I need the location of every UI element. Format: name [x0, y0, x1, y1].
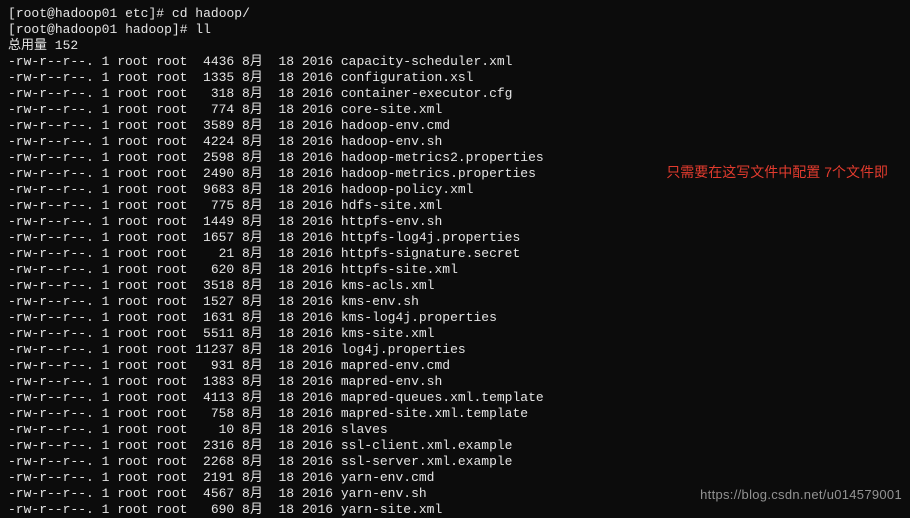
file-name: httpfs-env.sh — [341, 214, 442, 229]
file-row: -rw-r--r--. 1 root root 1527 8月 18 2016 … — [8, 294, 902, 310]
file-meta: -rw-r--r--. 1 root root 620 8月 18 2016 — [8, 262, 341, 277]
file-meta: -rw-r--r--. 1 root root 2268 8月 18 2016 — [8, 454, 341, 469]
file-name: kms-log4j.properties — [341, 310, 497, 325]
file-meta: -rw-r--r--. 1 root root 3589 8月 18 2016 — [8, 118, 341, 133]
file-meta: -rw-r--r--. 1 root root 1335 8月 18 2016 — [8, 70, 341, 85]
total-line: 总用量 152 — [8, 38, 902, 54]
file-row: -rw-r--r--. 1 root root 2191 8月 18 2016 … — [8, 470, 902, 486]
file-name: mapred-env.cmd — [341, 358, 450, 373]
file-meta: -rw-r--r--. 1 root root 2490 8月 18 2016 — [8, 166, 341, 181]
file-meta: -rw-r--r--. 1 root root 318 8月 18 2016 — [8, 86, 341, 101]
file-row: -rw-r--r--. 1 root root 774 8月 18 2016 c… — [8, 102, 902, 118]
file-name: configuration.xsl — [341, 70, 474, 85]
file-meta: -rw-r--r--. 1 root root 3518 8月 18 2016 — [8, 278, 341, 293]
file-meta: -rw-r--r--. 1 root root 1449 8月 18 2016 — [8, 214, 341, 229]
file-row: -rw-r--r--. 1 root root 1383 8月 18 2016 … — [8, 374, 902, 390]
file-meta: -rw-r--r--. 1 root root 21 8月 18 2016 — [8, 246, 341, 261]
prompt-user: root — [16, 6, 47, 21]
file-row: -rw-r--r--. 1 root root 4436 8月 18 2016 … — [8, 54, 902, 70]
file-listing: -rw-r--r--. 1 root root 4436 8月 18 2016 … — [8, 54, 902, 518]
file-name: kms-env.sh — [341, 294, 419, 309]
file-meta: -rw-r--r--. 1 root root 2598 8月 18 2016 — [8, 150, 341, 165]
file-meta: -rw-r--r--. 1 root root 931 8月 18 2016 — [8, 358, 341, 373]
file-meta: -rw-r--r--. 1 root root 690 8月 18 2016 — [8, 502, 341, 517]
file-row: -rw-r--r--. 1 root root 318 8月 18 2016 c… — [8, 86, 902, 102]
file-row: -rw-r--r--. 1 root root 931 8月 18 2016 m… — [8, 358, 902, 374]
file-name: hadoop-env.cmd — [341, 118, 450, 133]
file-name: slaves — [341, 422, 388, 437]
file-name: httpfs-log4j.properties — [341, 230, 520, 245]
file-name: hadoop-metrics.properties — [341, 166, 536, 181]
file-name: log4j.properties — [341, 342, 466, 357]
file-row: -rw-r--r--. 1 root root 21 8月 18 2016 ht… — [8, 246, 902, 262]
file-row: -rw-r--r--. 1 root root 11237 8月 18 2016… — [8, 342, 902, 358]
file-meta: -rw-r--r--. 1 root root 775 8月 18 2016 — [8, 198, 341, 213]
file-row: -rw-r--r--. 1 root root 2268 8月 18 2016 … — [8, 454, 902, 470]
file-row: -rw-r--r--. 1 root root 620 8月 18 2016 h… — [8, 262, 902, 278]
file-name: hadoop-env.sh — [341, 134, 442, 149]
file-row: -rw-r--r--. 1 root root 9683 8月 18 2016 … — [8, 182, 902, 198]
file-meta: -rw-r--r--. 1 root root 1657 8月 18 2016 — [8, 230, 341, 245]
prompt-line-1: [root@hadoop01 etc]# cd hadoop/ — [8, 6, 902, 22]
file-row: -rw-r--r--. 1 root root 3518 8月 18 2016 … — [8, 278, 902, 294]
watermark-text: https://blog.csdn.net/u014579001 — [700, 487, 902, 503]
file-row: -rw-r--r--. 1 root root 758 8月 18 2016 m… — [8, 406, 902, 422]
file-name: capacity-scheduler.xml — [341, 54, 513, 69]
file-row: -rw-r--r--. 1 root root 1449 8月 18 2016 … — [8, 214, 902, 230]
file-name: kms-acls.xml — [341, 278, 435, 293]
file-name: hadoop-metrics2.properties — [341, 150, 544, 165]
file-meta: -rw-r--r--. 1 root root 10 8月 18 2016 — [8, 422, 341, 437]
annotation-text: 只需要在这写文件中配置 7个文件即 — [666, 164, 888, 180]
file-meta: -rw-r--r--. 1 root root 4567 8月 18 2016 — [8, 486, 341, 501]
file-row: -rw-r--r--. 1 root root 4113 8月 18 2016 … — [8, 390, 902, 406]
file-name: yarn-env.sh — [341, 486, 427, 501]
prompt-path: hadoop — [125, 22, 172, 37]
file-meta: -rw-r--r--. 1 root root 758 8月 18 2016 — [8, 406, 341, 421]
file-meta: -rw-r--r--. 1 root root 5511 8月 18 2016 — [8, 326, 341, 341]
file-row: -rw-r--r--. 1 root root 3589 8月 18 2016 … — [8, 118, 902, 134]
command-text: ll — [195, 22, 211, 37]
file-name: httpfs-site.xml — [341, 262, 458, 277]
file-name: container-executor.cfg — [341, 86, 513, 101]
file-meta: -rw-r--r--. 1 root root 1527 8月 18 2016 — [8, 294, 341, 309]
file-row: -rw-r--r--. 1 root root 10 8月 18 2016 sl… — [8, 422, 902, 438]
file-row: -rw-r--r--. 1 root root 5511 8月 18 2016 … — [8, 326, 902, 342]
file-row: -rw-r--r--. 1 root root 1657 8月 18 2016 … — [8, 230, 902, 246]
file-name: yarn-site.xml — [341, 502, 442, 517]
file-meta: -rw-r--r--. 1 root root 4436 8月 18 2016 — [8, 54, 341, 69]
file-row: -rw-r--r--. 1 root root 4224 8月 18 2016 … — [8, 134, 902, 150]
file-meta: -rw-r--r--. 1 root root 1631 8月 18 2016 — [8, 310, 341, 325]
file-row: -rw-r--r--. 1 root root 2316 8月 18 2016 … — [8, 438, 902, 454]
prompt-host: hadoop01 — [55, 22, 117, 37]
file-name: kms-site.xml — [341, 326, 435, 341]
file-meta: -rw-r--r--. 1 root root 4224 8月 18 2016 — [8, 134, 341, 149]
file-name: hadoop-policy.xml — [341, 182, 474, 197]
file-meta: -rw-r--r--. 1 root root 2316 8月 18 2016 — [8, 438, 341, 453]
file-meta: -rw-r--r--. 1 root root 9683 8月 18 2016 — [8, 182, 341, 197]
file-row: -rw-r--r--. 1 root root 775 8月 18 2016 h… — [8, 198, 902, 214]
file-name: yarn-env.cmd — [341, 470, 435, 485]
file-meta: -rw-r--r--. 1 root root 4113 8月 18 2016 — [8, 390, 341, 405]
prompt-user: root — [16, 22, 47, 37]
command-text: cd hadoop/ — [172, 6, 250, 21]
file-row: -rw-r--r--. 1 root root 1335 8月 18 2016 … — [8, 70, 902, 86]
prompt-path: etc — [125, 6, 148, 21]
file-meta: -rw-r--r--. 1 root root 774 8月 18 2016 — [8, 102, 341, 117]
file-row: -rw-r--r--. 1 root root 690 8月 18 2016 y… — [8, 502, 902, 518]
file-name: mapred-env.sh — [341, 374, 442, 389]
file-name: hdfs-site.xml — [341, 198, 442, 213]
file-name: core-site.xml — [341, 102, 442, 117]
file-name: mapred-queues.xml.template — [341, 390, 544, 405]
file-name: ssl-server.xml.example — [341, 454, 513, 469]
file-name: httpfs-signature.secret — [341, 246, 520, 261]
file-meta: -rw-r--r--. 1 root root 1383 8月 18 2016 — [8, 374, 341, 389]
file-name: ssl-client.xml.example — [341, 438, 513, 453]
file-row: -rw-r--r--. 1 root root 1631 8月 18 2016 … — [8, 310, 902, 326]
file-meta: -rw-r--r--. 1 root root 11237 8月 18 2016 — [8, 342, 341, 357]
file-name: mapred-site.xml.template — [341, 406, 528, 421]
file-meta: -rw-r--r--. 1 root root 2191 8月 18 2016 — [8, 470, 341, 485]
prompt-line-2: [root@hadoop01 hadoop]# ll — [8, 22, 902, 38]
prompt-host: hadoop01 — [55, 6, 117, 21]
